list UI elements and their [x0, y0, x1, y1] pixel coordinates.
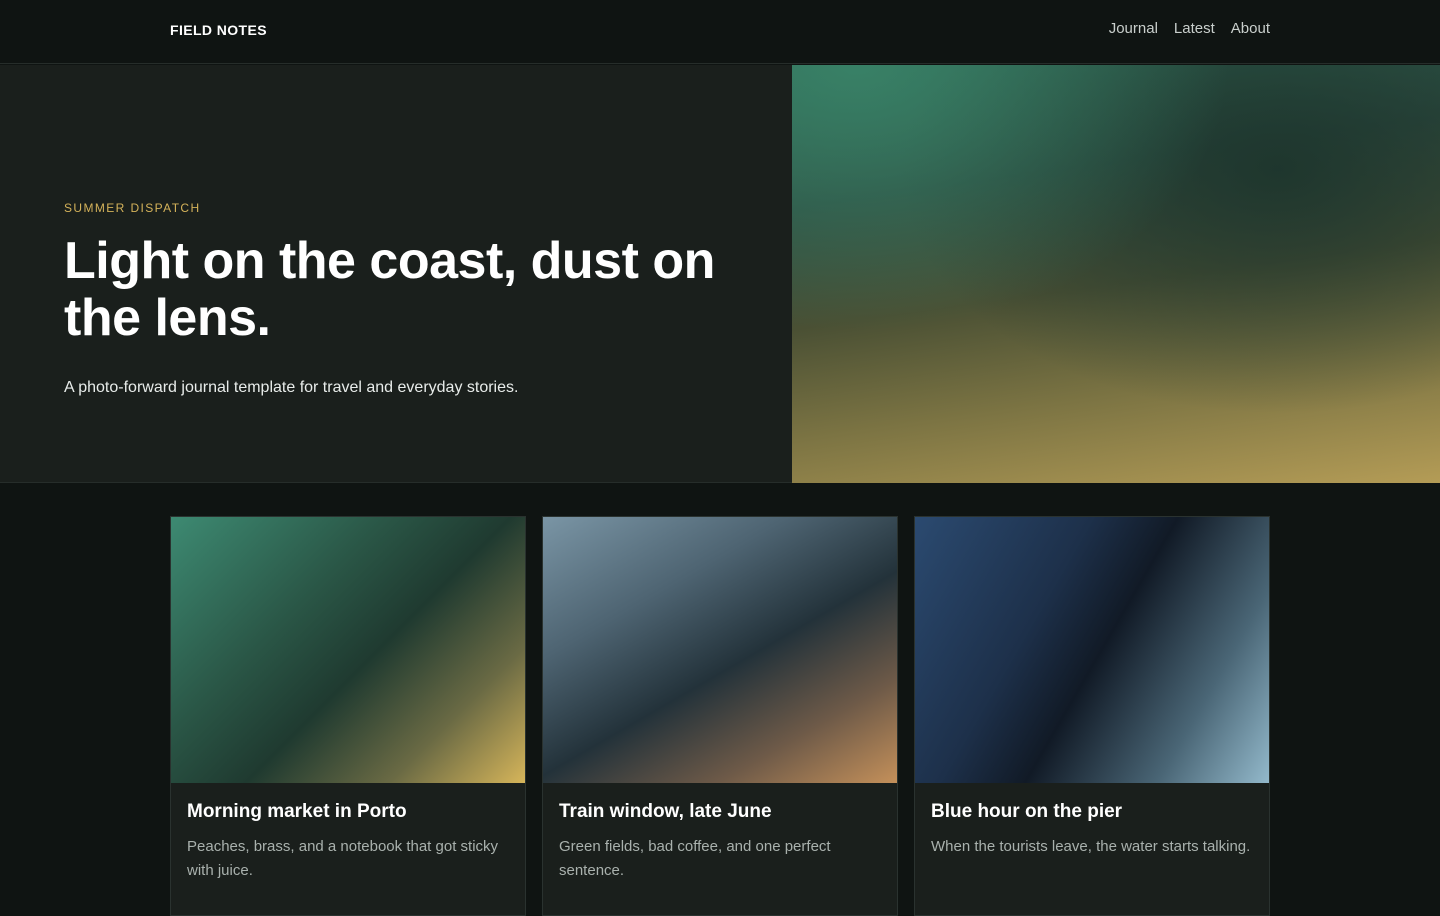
hero-image	[792, 65, 1440, 483]
site-logo[interactable]: FIELD NOTES	[170, 22, 267, 38]
story-card[interactable]: Train window, late June Green fields, ba…	[542, 516, 898, 916]
nav-link-latest[interactable]: Latest	[1174, 20, 1215, 37]
hero-text-block: SUMMER DISPATCH Light on the coast, dust…	[64, 65, 764, 483]
hero-subline: A photo-forward journal template for tra…	[64, 379, 519, 396]
story-card-image	[543, 517, 897, 783]
nav-link-about[interactable]: About	[1231, 20, 1270, 37]
main-nav: Journal Latest About	[1109, 20, 1270, 37]
nav-link-journal[interactable]: Journal	[1109, 20, 1158, 37]
top-navigation-bar: FIELD NOTES Journal Latest About	[0, 0, 1440, 64]
story-card-image	[915, 517, 1269, 783]
hero-eyebrow: SUMMER DISPATCH	[64, 201, 201, 215]
story-card[interactable]: Blue hour on the pier When the tourists …	[914, 516, 1270, 916]
story-card-title[interactable]: Morning market in Porto	[187, 801, 513, 823]
story-card-description: Peaches, brass, and a notebook that got …	[187, 838, 499, 879]
story-card[interactable]: Morning market in Porto Peaches, brass, …	[170, 516, 526, 916]
hero-headline: Light on the coast, dust on the lens.	[64, 232, 715, 347]
story-card-title[interactable]: Train window, late June	[559, 801, 885, 823]
story-card-title[interactable]: Blue hour on the pier	[931, 801, 1257, 823]
story-card-description: When the tourists leave, the water start…	[931, 838, 1251, 855]
story-card-grid: Morning market in Porto Peaches, brass, …	[170, 516, 1270, 916]
story-card-description: Green fields, bad coffee, and one perfec…	[559, 838, 831, 879]
hero-section: SUMMER DISPATCH Light on the coast, dust…	[0, 65, 1440, 483]
story-card-image	[171, 517, 525, 783]
